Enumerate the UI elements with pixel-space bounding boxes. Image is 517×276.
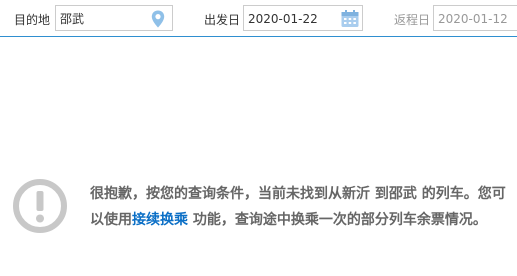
depart-date-input[interactable]: 2020-01-22 [243,5,363,31]
map-pin-icon[interactable] [148,9,168,29]
destination-input[interactable]: 邵武 [55,5,173,31]
transfer-link[interactable]: 接续换乘 [132,212,188,228]
calendar-icon[interactable] [340,9,360,29]
no-results-message: 很抱歉，按您的查询条件，当前未找到从新沂 到邵武 的列车。您可以使用接续换乘 功… [90,181,512,233]
depart-date-value: 2020-01-22 [248,12,318,26]
return-date-value: 2020-01-12 [438,12,508,26]
destination-value: 邵武 [60,12,85,26]
message-text-after: 功能，查询途中换乘一次的部分列车余票情况。 [188,212,487,228]
return-date-input[interactable]: 2020-01-12 [433,5,517,31]
return-date-label: 返程日 [394,13,431,27]
ticket-search-page: 目的地 邵武 出发日 2020-01-22 返程日 2020-01-12 很抱歉… [0,0,517,276]
depart-date-label: 出发日 [204,13,241,27]
destination-label: 目的地 [14,13,51,27]
warning-circle-icon [13,179,67,233]
search-toolbar: 目的地 邵武 出发日 2020-01-22 返程日 2020-01-12 [0,0,517,37]
